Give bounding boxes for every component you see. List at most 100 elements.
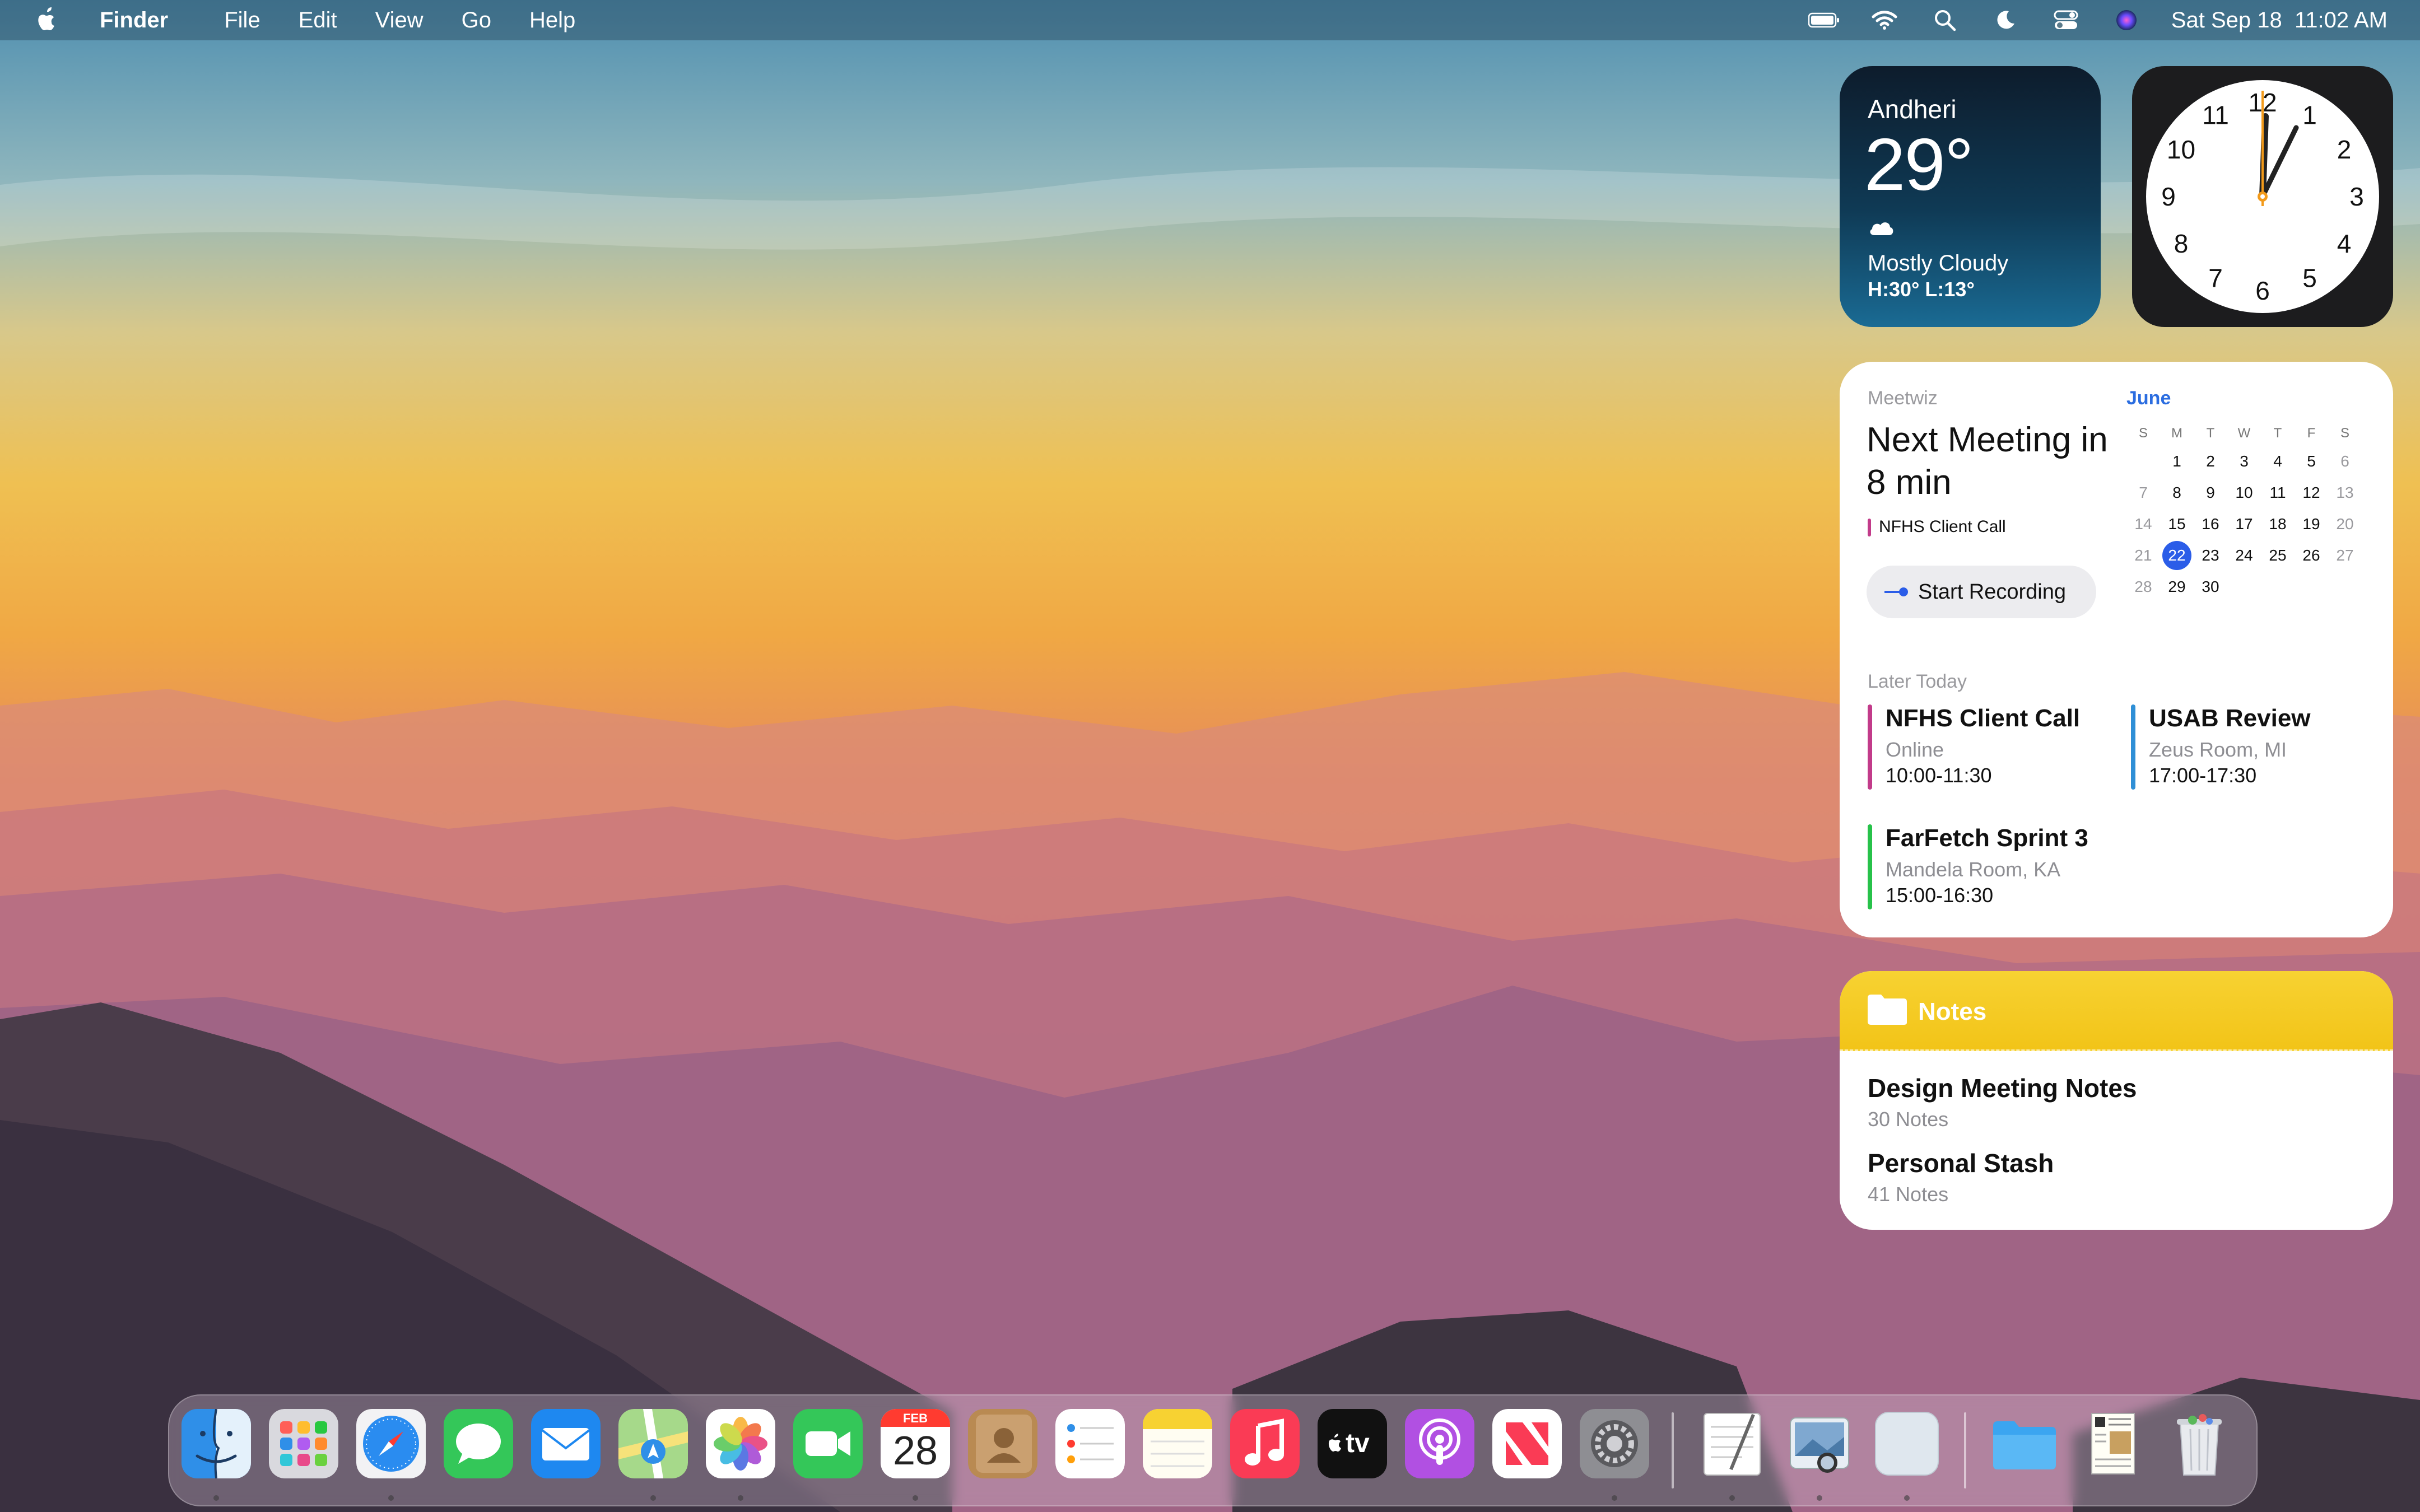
dock-document-stack-icon[interactable] — [2077, 1409, 2147, 1478]
event-title: FarFetch Sprint 3 — [1886, 824, 2088, 852]
clock-number: 2 — [2337, 135, 2352, 164]
running-indicator — [1729, 1495, 1735, 1501]
wifi-icon[interactable] — [1869, 7, 1900, 34]
calendar-day[interactable]: 29 — [2160, 578, 2194, 596]
dock-podcasts-icon[interactable] — [1405, 1409, 1474, 1478]
dock-open-window-icon[interactable] — [1872, 1409, 1942, 1478]
siri-icon[interactable] — [2111, 7, 2142, 34]
calendar-day[interactable]: 30 — [2194, 578, 2227, 596]
dock-downloads-folder-icon[interactable] — [1990, 1409, 2059, 1478]
dock-safari-icon[interactable] — [356, 1409, 426, 1478]
dock-reminders-icon[interactable] — [1055, 1409, 1125, 1478]
running-indicator — [738, 1495, 743, 1501]
dock-calendar-icon[interactable]: FEB 28 — [881, 1409, 950, 1478]
clock-number: 3 — [2349, 182, 2364, 211]
calendar-day[interactable]: 14 — [2126, 515, 2160, 533]
calendar-day[interactable]: 4 — [2261, 452, 2295, 470]
event-farfetch-sprint-3[interactable]: FarFetch Sprint 3 Mandela Room, KA 15:00… — [1868, 824, 2114, 914]
cloud-icon — [1868, 217, 1895, 239]
calendar-day[interactable]: 16 — [2194, 515, 2227, 533]
menu-help[interactable]: Help — [529, 8, 575, 33]
calendar-day[interactable]: 25 — [2261, 547, 2295, 564]
notes-widget[interactable]: Notes Design Meeting Notes 30 Notes Pers… — [1840, 971, 2393, 1230]
dock-facetime-icon[interactable] — [793, 1409, 863, 1478]
clock-widget[interactable]: 12 1 2 3 4 5 6 7 8 9 10 11 — [2132, 66, 2393, 327]
calendar-day[interactable]: 5 — [2295, 452, 2328, 470]
app-menu-finder[interactable]: Finder — [100, 8, 168, 33]
running-indicator — [1612, 1495, 1617, 1501]
clock-number: 8 — [2174, 229, 2189, 258]
apple-menu-icon[interactable] — [34, 4, 61, 36]
calendar-day[interactable]: 10 — [2227, 484, 2261, 502]
control-center-icon[interactable] — [2050, 7, 2082, 34]
note-folder-personal-stash[interactable]: Personal Stash 41 Notes — [1868, 1148, 2054, 1206]
dock-mail-icon[interactable] — [531, 1409, 601, 1478]
menu-bar-datetime[interactable]: Sat Sep 18 11:02 AM — [2171, 8, 2388, 33]
clock-number: 4 — [2337, 229, 2352, 258]
dock-preview-icon[interactable] — [1785, 1409, 1854, 1478]
next-meeting-title: Next Meeting in 8 min — [1867, 421, 2108, 502]
event-usab-review[interactable]: USAB Review Zeus Room, MI 17:00-17:30 — [2131, 704, 2366, 794]
battery-icon[interactable] — [1808, 7, 1840, 34]
calendar-day[interactable]: 13 — [2328, 484, 2362, 502]
meetwiz-widget[interactable]: Meetwiz Next Meeting in 8 min NFHS Clien… — [1840, 362, 2393, 937]
clock-number: 7 — [2208, 263, 2223, 292]
clock-number: 10 — [2167, 135, 2195, 164]
calendar-day[interactable]: 23 — [2194, 547, 2227, 564]
event-title: USAB Review — [2149, 704, 2311, 732]
dock-notes-icon[interactable] — [1143, 1409, 1212, 1478]
dock-separator — [1672, 1412, 1674, 1488]
calendar-day[interactable]: 15 — [2160, 515, 2194, 533]
clock-number: 1 — [2302, 101, 2317, 130]
menu-go[interactable]: Go — [462, 8, 491, 33]
menu-file[interactable]: File — [224, 8, 260, 33]
calendar-day[interactable]: 8 — [2160, 484, 2194, 502]
record-icon — [1883, 585, 1910, 599]
dock-contacts-icon[interactable] — [968, 1409, 1037, 1478]
calendar-day[interactable]: 20 — [2328, 515, 2362, 533]
dock-apple-tv-icon[interactable]: tv — [1318, 1409, 1387, 1478]
dock-music-icon[interactable] — [1230, 1409, 1300, 1478]
calendar-day[interactable]: 7 — [2126, 484, 2160, 502]
note-folder-design-meeting-notes[interactable]: Design Meeting Notes 30 Notes — [1868, 1073, 2137, 1131]
calendar-day[interactable]: 18 — [2261, 515, 2295, 533]
note-folder-name: Design Meeting Notes — [1868, 1074, 2137, 1103]
dock-messages-icon[interactable] — [444, 1409, 513, 1478]
dock-news-icon[interactable] — [1492, 1409, 1562, 1478]
dock-maps-icon[interactable] — [618, 1409, 688, 1478]
menu-view[interactable]: View — [375, 8, 424, 33]
dock-textedit-icon[interactable] — [1697, 1409, 1767, 1478]
running-indicator — [213, 1495, 219, 1501]
calendar-day[interactable]: 19 — [2295, 515, 2328, 533]
event-color-bar — [2131, 704, 2135, 790]
calendar-day[interactable]: 28 — [2126, 578, 2160, 596]
calendar-day[interactable]: 26 — [2295, 547, 2328, 564]
calendar-day-today[interactable]: 22 — [2160, 541, 2194, 570]
calendar-day[interactable]: 6 — [2328, 452, 2362, 470]
calendar-day[interactable]: 21 — [2126, 547, 2160, 564]
calendar-day[interactable]: 12 — [2295, 484, 2328, 502]
calendar-day[interactable]: 2 — [2194, 452, 2227, 470]
spotlight-search-icon[interactable] — [1929, 7, 1961, 34]
weather-city: Andheri — [1868, 95, 1957, 124]
focus-moon-icon[interactable] — [1990, 7, 2021, 34]
calendar-day[interactable]: 9 — [2194, 484, 2227, 502]
calendar-day[interactable]: 1 — [2160, 452, 2194, 470]
event-nfhs-client-call[interactable]: NFHS Client Call Online 10:00-11:30 — [1868, 704, 2103, 794]
dock-launchpad-icon[interactable] — [269, 1409, 338, 1478]
dock-finder-icon[interactable] — [182, 1409, 251, 1478]
dock-trash-icon[interactable] — [2165, 1409, 2234, 1478]
calendar-day[interactable]: 27 — [2328, 547, 2362, 564]
dock-system-preferences-icon[interactable] — [1580, 1409, 1649, 1478]
later-today-label: Later Today — [1868, 671, 1967, 692]
calendar-day[interactable]: 24 — [2227, 547, 2261, 564]
running-indicator — [650, 1495, 656, 1501]
start-recording-button[interactable]: Start Recording — [1867, 566, 2096, 618]
calendar-day[interactable]: 3 — [2227, 452, 2261, 470]
menu-edit[interactable]: Edit — [299, 8, 337, 33]
calendar-day[interactable]: 17 — [2227, 515, 2261, 533]
widget-app-name: Meetwiz — [1868, 388, 1938, 409]
dock-photos-icon[interactable] — [706, 1409, 775, 1478]
weather-widget[interactable]: Andheri 29° Mostly Cloudy H:30° L:13° — [1840, 66, 2101, 327]
calendar-day[interactable]: 11 — [2261, 484, 2295, 502]
